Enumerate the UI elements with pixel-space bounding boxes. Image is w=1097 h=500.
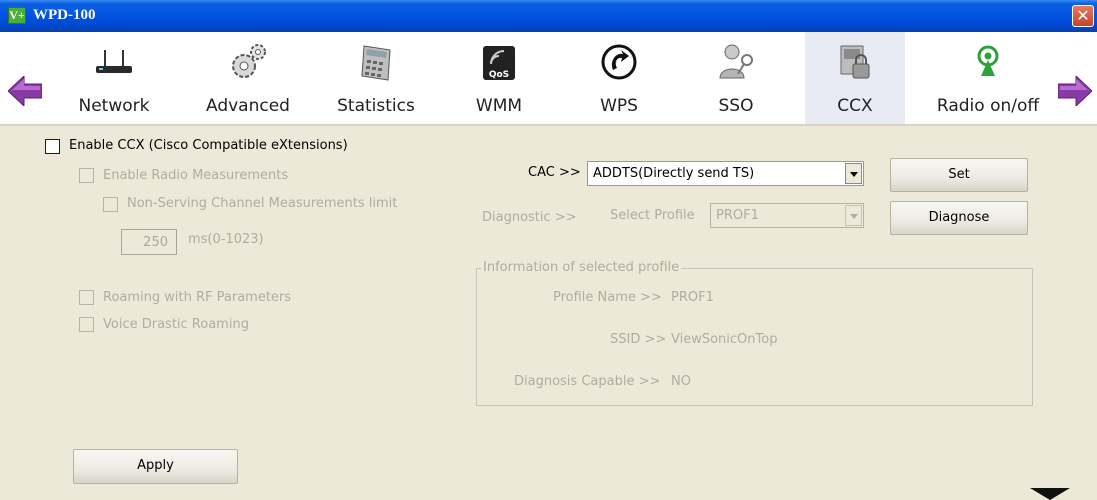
- enable-ccx-checkbox[interactable]: [45, 139, 60, 154]
- tab-network-label: Network: [78, 96, 150, 116]
- enable-radio-measurements-label: Enable Radio Measurements: [103, 168, 289, 183]
- tab-ccx-label: CCX: [837, 96, 873, 116]
- wps-icon: [601, 44, 637, 80]
- ccx-lock-icon: [840, 45, 870, 79]
- diagnosis-capable-label: Diagnosis Capable >>: [514, 374, 661, 389]
- title-bar[interactable]: V+ WPD-100 ✕: [0, 0, 1097, 32]
- app-logo-icon: V+: [8, 7, 26, 24]
- cac-select-value: ADDTS(Directly send TS): [593, 166, 755, 181]
- tab-sso[interactable]: SSO: [701, 32, 771, 124]
- tab-network[interactable]: Network: [74, 32, 154, 124]
- profile-select[interactable]: PROF1: [710, 203, 864, 228]
- tab-sso-label: SSO: [718, 96, 754, 116]
- chevron-down-icon[interactable]: [845, 163, 862, 184]
- cac-select[interactable]: ADDTS(Directly send TS): [587, 161, 864, 186]
- apply-button[interactable]: Apply: [73, 449, 238, 484]
- profile-name-value: PROF1: [671, 290, 714, 305]
- profile-select-value: PROF1: [716, 208, 759, 223]
- profile-name-label: Profile Name >>: [553, 290, 662, 305]
- set-button[interactable]: Set: [890, 158, 1028, 192]
- select-profile-label: Select Profile: [610, 208, 695, 223]
- calculator-icon: [361, 45, 391, 81]
- qos-icon: QoS: [483, 46, 515, 80]
- tab-radio-onoff[interactable]: Radio on/off: [926, 32, 1050, 124]
- roaming-rf-checkbox[interactable]: [79, 290, 94, 305]
- diagnose-button[interactable]: Diagnose: [890, 201, 1028, 235]
- measurement-limit-unit: ms(0-1023): [188, 232, 264, 247]
- non-serving-limit-label: Non-Serving Channel Measurements limit: [127, 196, 398, 211]
- tab-wmm-label: WMM: [475, 96, 523, 116]
- enable-ccx-label: Enable CCX (Cisco Compatible eXtensions): [69, 138, 348, 153]
- router-icon: [96, 50, 132, 73]
- voice-roaming-checkbox[interactable]: [79, 317, 94, 332]
- arrow-left-icon[interactable]: [8, 76, 42, 106]
- cac-label: CAC >>: [528, 165, 581, 180]
- tab-advanced-label: Advanced: [206, 96, 290, 116]
- diagnosis-capable-value: NO: [671, 374, 691, 389]
- user-key-icon: [719, 44, 753, 79]
- tab-statistics[interactable]: Statistics: [326, 32, 426, 124]
- diagnostic-label: Diagnostic >>: [482, 210, 577, 225]
- chevron-down-icon[interactable]: [845, 205, 862, 226]
- roaming-rf-label: Roaming with RF Parameters: [103, 290, 292, 305]
- tab-wmm[interactable]: QoS WMM: [464, 32, 534, 124]
- main-window: V+ WPD-100 ✕ Network Advanced Statistics…: [0, 0, 1097, 500]
- tab-statistics-label: Statistics: [337, 96, 415, 116]
- enable-radio-measurements-checkbox[interactable]: [79, 168, 94, 183]
- expand-down-icon[interactable]: [1030, 488, 1070, 500]
- tab-wps[interactable]: WPS: [584, 32, 654, 124]
- window-title: WPD-100: [33, 7, 96, 23]
- non-serving-limit-checkbox[interactable]: [103, 197, 118, 212]
- ssid-label: SSID >>: [610, 332, 667, 347]
- tab-ccx[interactable]: CCX: [805, 32, 905, 124]
- tab-radio-onoff-label: Radio on/off: [936, 96, 1040, 116]
- profile-info-title: Information of selected profile: [481, 260, 682, 275]
- ccx-panel: Enable CCX (Cisco Compatible eXtensions)…: [0, 128, 1097, 500]
- radio-antenna-icon: [977, 45, 999, 76]
- voice-roaming-label: Voice Drastic Roaming: [103, 317, 249, 332]
- svg-text:QoS: QoS: [489, 70, 509, 80]
- gears-icon: [232, 44, 266, 78]
- close-button[interactable]: ✕: [1072, 5, 1094, 27]
- measurement-limit-input[interactable]: 250: [121, 229, 177, 255]
- arrow-right-icon[interactable]: [1058, 76, 1092, 106]
- ssid-value: ViewSonicOnTop: [671, 332, 778, 347]
- toolbar: Network Advanced Statistics QoS WMM WPS …: [0, 32, 1097, 126]
- tab-advanced[interactable]: Advanced: [198, 32, 298, 124]
- tab-wps-label: WPS: [600, 96, 638, 116]
